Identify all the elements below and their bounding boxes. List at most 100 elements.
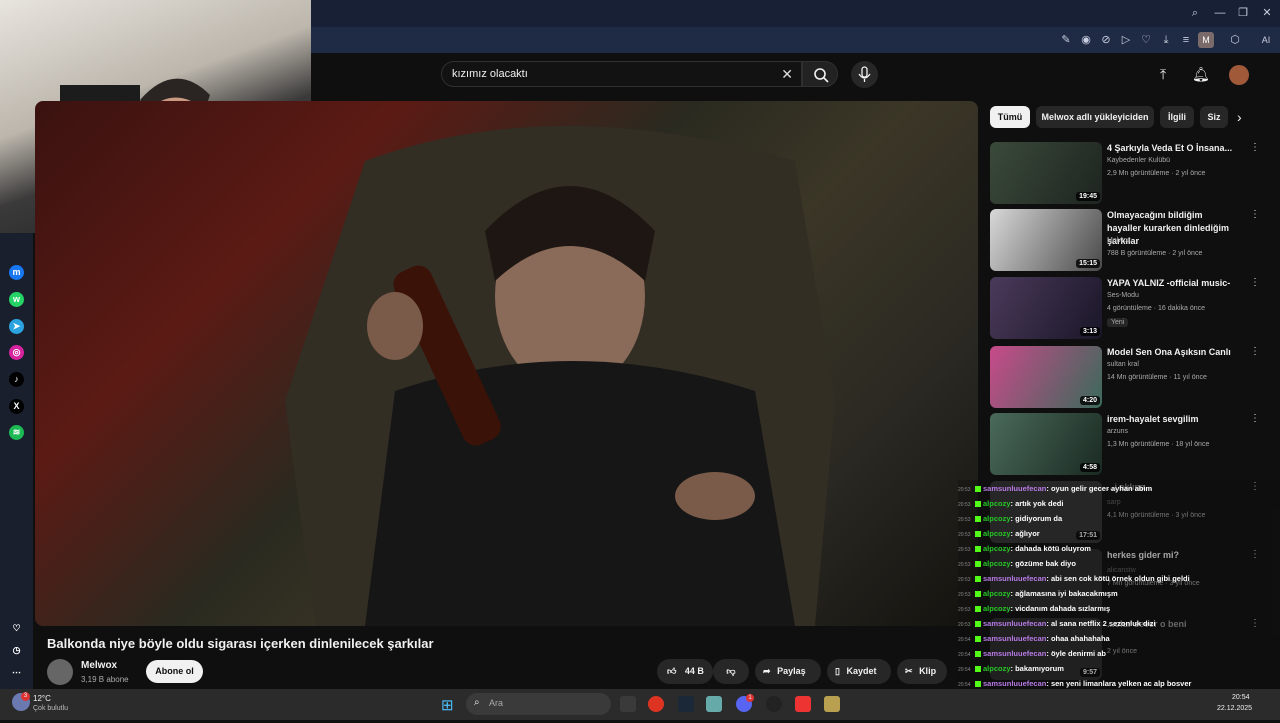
ai-button[interactable]: AI — [1255, 33, 1277, 47]
chat-username[interactable]: alpcozy — [983, 514, 1011, 523]
task-view-icon[interactable] — [620, 696, 636, 712]
recommendation-meta: 1,3 Mn görüntüleme · 18 yıl önce — [1107, 441, 1210, 448]
chat-username[interactable]: samsunluuefecan — [983, 574, 1046, 583]
recommendation-channel[interactable]: Melwox — [1107, 237, 1131, 244]
kick-badge-icon — [975, 561, 981, 568]
steam-icon[interactable] — [678, 696, 694, 712]
video-thumbnail[interactable]: 15:15 — [990, 209, 1102, 271]
vpn-icon[interactable]: ⊘ — [1099, 33, 1113, 47]
more-vert-icon[interactable]: ⋮ — [1250, 142, 1260, 153]
chip-you[interactable]: Siz — [1200, 106, 1228, 128]
recommendation-item[interactable]: 3:13 YAPA YALNIZ -official music- Ses-Mo… — [990, 277, 1270, 339]
instagram-icon[interactable]: ◎ — [9, 345, 24, 360]
heart-icon[interactable]: ♡ — [1139, 33, 1153, 47]
recommendation-title[interactable]: irem-hayalet sevgilim — [1107, 413, 1237, 426]
chat-username[interactable]: alpcozy — [983, 544, 1011, 553]
more-vert-icon[interactable]: ⋮ — [1250, 346, 1260, 357]
chip-related[interactable]: İlgili — [1160, 106, 1194, 128]
menu-icon[interactable]: ≡ — [1179, 33, 1193, 47]
more-vert-icon[interactable]: ⋮ — [1250, 277, 1260, 288]
clear-icon[interactable]: ✕ — [781, 66, 793, 83]
spotify-icon[interactable]: ≋ — [9, 425, 24, 440]
recommendation-title[interactable]: 4 Şarkıyla Veda Et O İnsana... — [1107, 142, 1237, 155]
upload-icon[interactable]: ⤒ — [1160, 66, 1166, 83]
download-icon[interactable]: ⤓ — [1159, 33, 1173, 47]
subscribe-button[interactable]: Abone ol — [146, 660, 203, 683]
chat-username[interactable]: samsunluuefecan — [983, 649, 1046, 658]
app-icon[interactable] — [706, 696, 722, 712]
recommendation-channel[interactable]: Kaybedenler Kulübü — [1107, 157, 1170, 164]
weather-temp[interactable]: 12°C — [33, 694, 51, 703]
video-thumbnail[interactable]: 4:20 — [990, 346, 1102, 408]
taskbar-search[interactable]: ⌕ Ara — [466, 693, 611, 715]
clip-button[interactable]: ✂ Klip — [897, 659, 947, 684]
profile-avatar[interactable]: M — [1198, 32, 1214, 48]
recommendation-title[interactable]: YAPA YALNIZ -official music- — [1107, 277, 1237, 290]
weather-desc[interactable]: Çok bulutlu — [33, 705, 68, 712]
video-thumbnail[interactable]: 4:58 — [990, 413, 1102, 475]
close-icon[interactable]: ✕ — [1260, 6, 1274, 20]
obs-icon[interactable] — [766, 696, 782, 712]
recommendation-channel[interactable]: Ses-Modu — [1107, 292, 1139, 299]
channel-name[interactable]: Melwox — [81, 660, 117, 671]
chat-username[interactable]: alpcozy — [983, 664, 1011, 673]
channel-avatar[interactable] — [47, 659, 73, 685]
recommendation-item[interactable]: 19:45 4 Şarkıyla Veda Et O İnsana... Kay… — [990, 142, 1270, 204]
recommendation-item[interactable]: 4:58 irem-hayalet sevgilim arzuns 1,3 Mn… — [990, 413, 1270, 475]
edit-icon[interactable]: ✎ — [1059, 33, 1073, 47]
more-vert-icon[interactable]: ⋮ — [1250, 413, 1260, 424]
like-button[interactable]: 👍︎ 44 B — [657, 659, 713, 684]
recommendation-title[interactable]: Model Sen Ona Aşıksın Canlı — [1107, 346, 1237, 359]
cube-icon[interactable]: ⬡ — [1228, 33, 1242, 47]
tiktok-icon[interactable]: ♪ — [9, 372, 24, 387]
chat-username[interactable]: samsunluuefecan — [983, 619, 1046, 628]
account-avatar[interactable] — [1229, 65, 1249, 85]
history-icon[interactable]: ◷ — [9, 643, 24, 658]
notifications-icon[interactable]: 🔔︎ — [1192, 66, 1210, 83]
search-icon[interactable]: ⌕ — [1188, 6, 1202, 20]
recommendation-channel[interactable]: sultan kral — [1107, 361, 1139, 368]
app-icon[interactable] — [795, 696, 811, 712]
search-button[interactable] — [802, 61, 838, 87]
search-input[interactable]: kızımız olacaktı ✕ — [441, 61, 802, 87]
chat-username[interactable]: alpcozy — [983, 589, 1011, 598]
chevron-right-icon[interactable]: › — [1237, 109, 1242, 125]
chat-username[interactable]: samsunluuefecan — [983, 679, 1046, 688]
chat-username[interactable]: samsunluuefecan — [983, 634, 1046, 643]
chip-all[interactable]: Tümü — [990, 106, 1030, 128]
chat-username[interactable]: alpcozy — [983, 529, 1011, 538]
chip-uploader[interactable]: Melwox adlı yükleyiciden — [1036, 106, 1154, 128]
voice-search-button[interactable] — [851, 61, 878, 88]
clock-date[interactable]: 22.12.2025 — [1217, 705, 1252, 712]
video-thumbnail[interactable]: 19:45 — [990, 142, 1102, 204]
maximize-icon[interactable]: ❐ — [1236, 6, 1250, 20]
telegram-icon[interactable]: ➤ — [9, 319, 24, 334]
camera-icon[interactable]: ◉ — [1079, 33, 1093, 47]
messenger-icon[interactable]: m — [9, 265, 24, 280]
opera-icon[interactable] — [648, 696, 664, 712]
play-icon[interactable]: ▷ — [1119, 33, 1133, 47]
share-button[interactable]: ➦ Paylaş — [755, 659, 821, 684]
minimize-icon[interactable]: — — [1213, 6, 1227, 20]
video-thumbnail[interactable]: 3:13 — [990, 277, 1102, 339]
chat-username[interactable]: alpcozy — [983, 499, 1011, 508]
heart-icon[interactable]: ♡ — [9, 621, 24, 636]
more-vert-icon[interactable]: ⋮ — [1250, 209, 1260, 220]
x-icon[interactable]: X — [9, 399, 24, 414]
recommendation-channel[interactable]: arzuns — [1107, 428, 1128, 435]
save-button[interactable]: ▯ Kaydet — [827, 659, 891, 684]
recommendation-item[interactable]: 15:15 Olmayacağını bildiğim hayaller kur… — [990, 209, 1270, 271]
whatsapp-icon[interactable]: w — [9, 292, 24, 307]
windows-start-icon[interactable]: ⊞ — [441, 696, 454, 714]
chat-username[interactable]: alpcozy — [983, 604, 1011, 613]
app-icon[interactable] — [824, 696, 840, 712]
video-player[interactable] — [35, 101, 978, 626]
more-icon[interactable]: ⋯ — [9, 665, 24, 680]
chat-text: : vicdanım dahada sızlarmış — [1010, 604, 1111, 613]
notification-badge: 1 — [746, 694, 754, 702]
chat-username[interactable]: samsunluuefecan — [983, 484, 1046, 493]
dislike-button[interactable]: 👎︎ — [713, 659, 749, 684]
clock-time[interactable]: 20:54 — [1232, 694, 1250, 701]
chat-username[interactable]: alpcozy — [983, 559, 1011, 568]
recommendation-item[interactable]: 4:20 Model Sen Ona Aşıksın Canlı sultan … — [990, 346, 1270, 408]
